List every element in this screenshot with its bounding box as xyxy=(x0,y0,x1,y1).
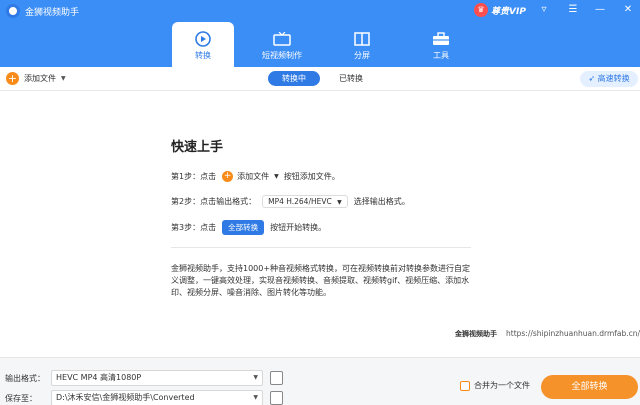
main-content: 快速上手 第1步：点击 + 添加文件 ▼ 按钮添加文件。 第2步：点击输出格式：… xyxy=(0,91,640,357)
folder-icon[interactable] xyxy=(270,391,283,405)
sub-toolbar: + 添加文件 ▼ 转换中 已转换 ➶ 高速转换 xyxy=(0,67,640,91)
format-label: MP4 H.264/HEVC xyxy=(268,197,332,206)
add-icon[interactable]: + xyxy=(222,171,234,182)
output-format-value: HEVC MP4 高清1080P xyxy=(56,373,142,382)
split-screen-icon xyxy=(353,32,371,46)
step-2-suffix: 选择输出格式。 xyxy=(353,197,410,206)
output-format-label: 输出格式： xyxy=(5,374,45,383)
minimize-icon[interactable]: — xyxy=(594,4,606,16)
tab-label: 分屏 xyxy=(354,51,370,60)
save-path-select[interactable]: D:\沐禾安信\金狮视频助手\Converted ▼ xyxy=(51,390,263,405)
brand-name: 金狮视频助手 xyxy=(455,330,497,338)
convert-icon xyxy=(194,31,212,47)
tab-label: 工具 xyxy=(433,51,449,60)
bottom-bar: 输出格式： HEVC MP4 高清1080P ▼ 保存至： D:\沐禾安信\金狮… xyxy=(0,357,640,405)
add-file-button[interactable]: + 添加文件 ▼ xyxy=(6,72,66,85)
step-1: 第1步：点击 + 添加文件 ▼ 按钮添加文件。 xyxy=(171,171,340,182)
tab-convert[interactable]: 转换 xyxy=(172,22,234,67)
format-settings-icon[interactable] xyxy=(270,371,283,385)
merge-option[interactable]: 合并为一个文件 xyxy=(460,380,530,391)
tab-converted[interactable]: 已转换 xyxy=(325,71,377,86)
dropdown-icon[interactable]: ▿ xyxy=(538,4,550,16)
step-1-prefix: 第1步：点击 xyxy=(171,172,217,181)
website-link[interactable]: https://shipinzhuanhuan.drmfab.cn/ xyxy=(506,329,640,338)
output-format-selector[interactable]: MP4 H.264/HEVC ▼ xyxy=(262,195,348,208)
tab-split-screen[interactable]: 分屏 xyxy=(345,22,379,67)
high-speed-convert-button[interactable]: ➶ 高速转换 xyxy=(580,71,638,87)
step-3-convert-button[interactable]: 全部转换 xyxy=(222,220,265,235)
output-format-select[interactable]: HEVC MP4 高清1080P ▼ xyxy=(51,370,263,386)
tv-icon xyxy=(273,32,291,46)
app-title: 金狮视频助手 xyxy=(25,8,80,18)
step-3: 第3步：点击 全部转换 按钮开始转换。 xyxy=(171,220,326,235)
step-1-suffix: 按钮添加文件。 xyxy=(283,172,340,181)
rocket-icon: ➶ xyxy=(588,74,598,83)
save-to-label: 保存至： xyxy=(5,394,37,403)
add-file-label: 添加文件 xyxy=(24,74,56,83)
add-icon: + xyxy=(6,72,19,85)
app-header: 金狮视频助手 ♛ 尊贵VIP ▿ ☰ — ✕ 转换 短视频制作 分屏 工具 xyxy=(0,0,640,67)
step-1-button[interactable]: 添加文件 xyxy=(237,171,269,182)
tab-label: 转换 xyxy=(195,51,211,60)
save-path-value: D:\沐禾安信\金狮视频助手\Converted xyxy=(56,393,195,402)
convert-all-button[interactable]: 全部转换 xyxy=(541,375,638,399)
app-description: 金狮视频助手，支持1000+种音视频格式转换，可在视频转换前对转换参数进行自定义… xyxy=(171,264,471,297)
vip-label: 尊贵VIP xyxy=(491,6,526,17)
divider xyxy=(171,247,471,248)
step-2-prefix: 第2步：点击输出格式： xyxy=(171,197,257,206)
tab-tools[interactable]: 工具 xyxy=(424,22,458,67)
speed-label: 高速转换 xyxy=(597,74,630,83)
merge-checkbox[interactable] xyxy=(460,380,470,391)
chevron-down-icon[interactable]: ▼ xyxy=(61,75,66,82)
menu-icon[interactable]: ☰ xyxy=(567,4,579,16)
close-icon[interactable]: ✕ xyxy=(622,4,634,16)
step-3-suffix: 按钮开始转换。 xyxy=(270,223,327,232)
step-3-prefix: 第3步：点击 xyxy=(171,223,217,232)
vip-badge[interactable]: ♛ 尊贵VIP xyxy=(474,3,526,17)
chevron-down-icon[interactable]: ▼ xyxy=(274,173,279,180)
app-logo-icon xyxy=(6,4,20,18)
chevron-down-icon: ▼ xyxy=(253,374,258,381)
tab-short-video[interactable]: 短视频制作 xyxy=(254,22,310,67)
page-title: 快速上手 xyxy=(171,140,224,155)
vip-crown-icon: ♛ xyxy=(474,3,488,17)
step-2: 第2步：点击输出格式： MP4 H.264/HEVC ▼ 选择输出格式。 xyxy=(171,195,410,208)
toolbox-icon xyxy=(432,32,450,46)
tab-label: 短视频制作 xyxy=(262,51,302,60)
chevron-down-icon: ▼ xyxy=(253,394,258,401)
merge-label: 合并为一个文件 xyxy=(474,381,530,390)
tab-converting[interactable]: 转换中 xyxy=(268,71,320,86)
chevron-down-icon: ▼ xyxy=(337,199,342,206)
